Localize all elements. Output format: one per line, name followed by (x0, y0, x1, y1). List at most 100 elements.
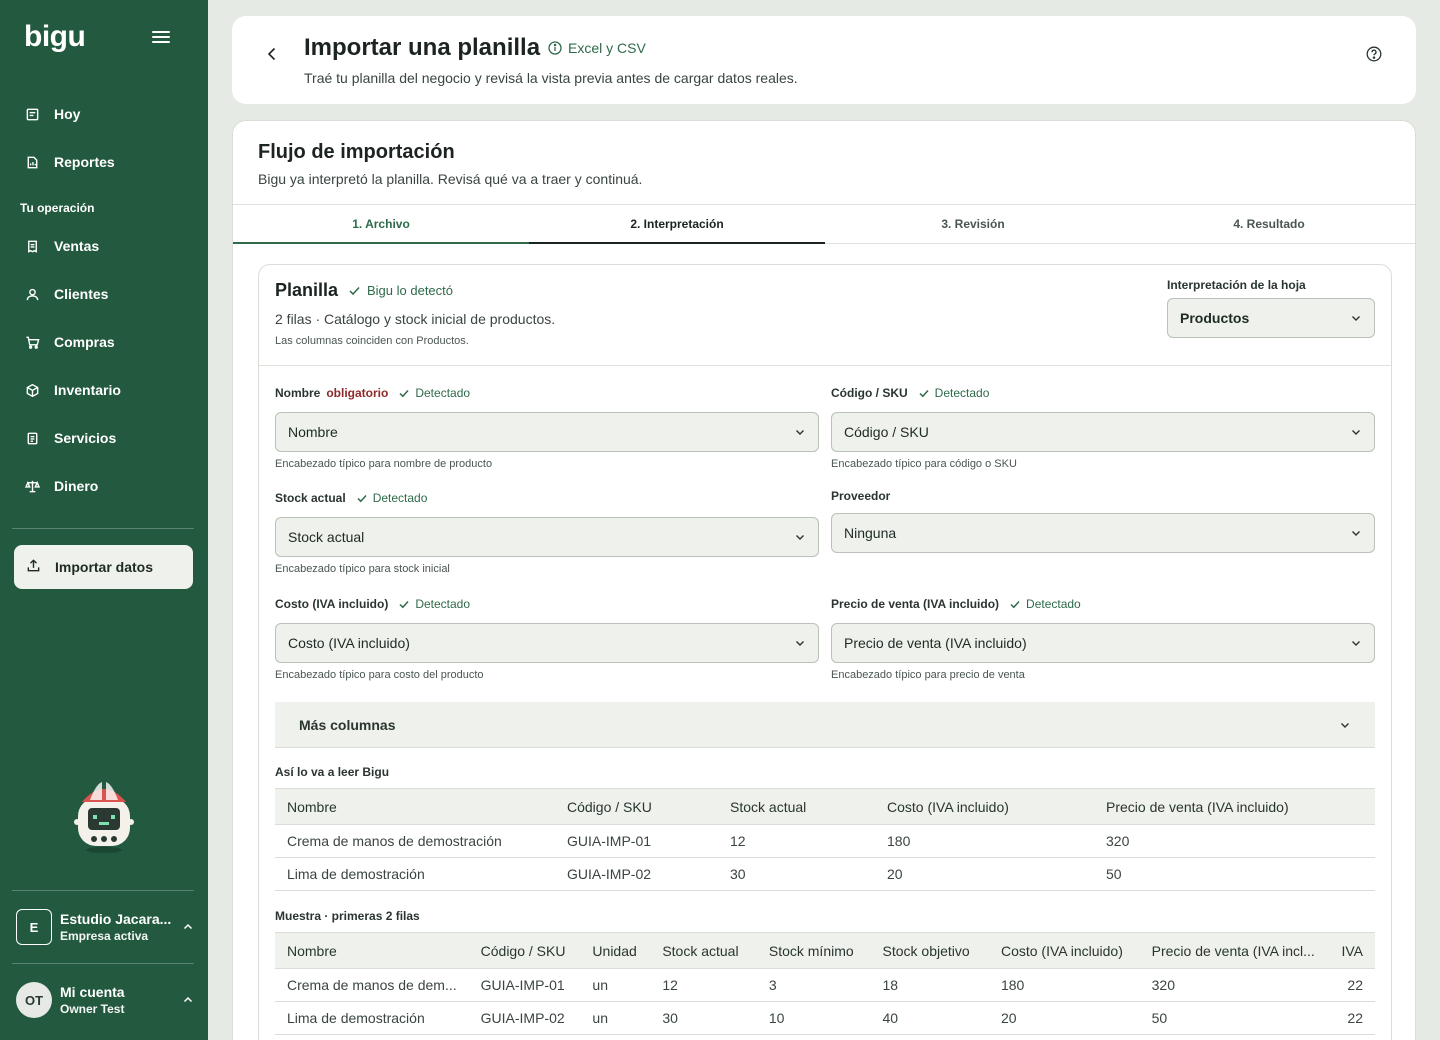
column-header: Precio de venta (IVA incluido) (1094, 788, 1375, 825)
field-label-text: Nombre (275, 386, 321, 400)
table-header-row: Nombre Código / SKU Unidad Stock actual … (275, 932, 1375, 969)
field-label-text: Costo (IVA incluido) (275, 597, 389, 611)
tab-resultado[interactable]: 4. Resultado (1121, 205, 1415, 243)
interpretation-label: Interpretación de la hoja (1167, 278, 1306, 292)
column-header: Unidad (580, 932, 651, 969)
field-label-codigo: Código / SKU Detectado (831, 386, 989, 400)
help-icon[interactable] (1366, 46, 1382, 62)
field-label-text: Proveedor (831, 489, 891, 503)
table-cell: GUIA-IMP-01 (555, 824, 718, 858)
sidebar-item-label: Clientes (54, 286, 109, 302)
upload-icon (26, 558, 41, 576)
check-icon (357, 494, 367, 503)
column-header: Código / SKU (555, 788, 718, 825)
sidebar-item-compras[interactable]: Compras (24, 330, 115, 354)
sample-caption: Muestra · primeras 2 filas (275, 909, 420, 923)
page-header: Importar una planilla Excel y CSV Traé t… (232, 16, 1416, 104)
sidebar-item-dinero[interactable]: Dinero (24, 474, 98, 498)
sidebar-item-clientes[interactable]: Clientes (24, 282, 108, 306)
table-header-row: Nombre Código / SKU Stock actual Costo (… (275, 788, 1375, 825)
detected-badge: Bigu lo detectó (348, 283, 453, 298)
column-header: Nombre (275, 788, 555, 825)
avatar: OT (16, 982, 52, 1018)
column-header: Nombre (275, 932, 469, 969)
business-switcher[interactable]: E Estudio Jacara... Empresa activa (16, 907, 194, 947)
page-title: Importar una planilla (304, 34, 541, 61)
proveedor-select[interactable]: Ninguna (831, 513, 1375, 553)
sheet-panel: Planilla Bigu lo detectó 2 filas · Catál… (258, 264, 1392, 1040)
table-cell: 40 (870, 1001, 989, 1035)
receipt-icon (24, 238, 40, 254)
field-label-costo: Costo (IVA incluido) Detectado (275, 597, 470, 611)
sidebar-item-hoy[interactable]: Hoy (24, 102, 80, 126)
business-status: Empresa activa (60, 929, 149, 943)
chevron-down-icon (1352, 316, 1360, 321)
table-cell: un (580, 968, 651, 1002)
column-header: IVA (1329, 932, 1375, 969)
detected-text: Detectado (372, 491, 428, 505)
back-arrow-icon[interactable] (264, 44, 280, 64)
table-cell: Lima de demostración (275, 1001, 469, 1035)
report-icon (24, 154, 40, 170)
select-value: Ninguna (844, 525, 897, 541)
table-cell: Crema de manos de dem... (275, 968, 469, 1002)
chevron-down-icon (1352, 531, 1360, 536)
table-cell: GUIA-IMP-01 (468, 968, 581, 1002)
table-row: Crema de manos de dem... GUIA-IMP-01 un … (275, 968, 1375, 1002)
preview-table: Nombre Código / SKU Stock actual Costo (… (275, 788, 1375, 891)
sidebar-item-inventario[interactable]: Inventario (24, 378, 121, 402)
nombre-select[interactable]: Nombre (275, 412, 819, 452)
precio-select[interactable]: Precio de venta (IVA incluido) (831, 623, 1375, 663)
detected-text: Detectado (934, 386, 990, 400)
info-icon (548, 41, 562, 55)
table-cell: 22 (1329, 1001, 1375, 1035)
column-header: Stock objetivo (870, 932, 989, 969)
user-account-menu[interactable]: OT Mi cuenta Owner Test (16, 980, 194, 1020)
check-icon (399, 389, 409, 398)
sidebar-item-label: Inventario (54, 382, 121, 398)
column-header: Stock mínimo (756, 932, 871, 969)
table-cell: 180 (988, 968, 1140, 1002)
codigo-select[interactable]: Código / SKU (831, 412, 1375, 452)
sidebar-item-servicios[interactable]: Servicios (24, 426, 116, 450)
import-data-button[interactable]: Importar datos (14, 545, 193, 589)
calendar-icon (24, 106, 40, 122)
user-icon (24, 286, 40, 302)
flow-subtitle: Bigu ya interpretó la planilla. Revisá q… (258, 171, 643, 187)
detected-tag: Detectado (356, 491, 428, 505)
table-cell: 320 (1094, 824, 1375, 858)
mascot-illustration (72, 778, 136, 854)
tab-interpretacion[interactable]: 2. Interpretación (529, 205, 825, 244)
tab-revision[interactable]: 3. Revisión (825, 205, 1121, 243)
required-tag: obligatorio (326, 386, 389, 400)
sheet-note: Las columnas coinciden con Productos. (275, 335, 469, 347)
table-cell: GUIA-IMP-02 (555, 857, 718, 891)
sidebar-item-reportes[interactable]: Reportes (24, 150, 115, 174)
chevron-down-icon (1341, 722, 1349, 728)
more-columns-toggle[interactable]: Más columnas (275, 702, 1375, 748)
field-label-precio: Precio de venta (IVA incluido) Detectado (831, 597, 1081, 611)
costo-select[interactable]: Costo (IVA incluido) (275, 623, 819, 663)
field-help: Encabezado típico para código o SKU (831, 458, 1017, 470)
table-cell: GUIA-IMP-02 (468, 1001, 581, 1035)
sidebar-divider (12, 963, 194, 964)
hamburger-menu-icon[interactable] (152, 28, 170, 46)
field-label-text: Stock actual (275, 491, 346, 505)
table-cell: 3 (756, 968, 871, 1002)
tab-archivo[interactable]: 1. Archivo (233, 205, 529, 244)
sample-table: Nombre Código / SKU Unidad Stock actual … (275, 932, 1375, 1035)
box-icon (24, 382, 40, 398)
check-icon (349, 286, 360, 296)
detected-tag: Detectado (1009, 597, 1081, 611)
select-value: Código / SKU (844, 424, 929, 440)
interpretation-value: Productos (1180, 310, 1250, 326)
sidebar-item-ventas[interactable]: Ventas (24, 234, 99, 258)
stock-select[interactable]: Stock actual (275, 517, 819, 557)
table-cell: Lima de demostración (275, 857, 555, 891)
interpretation-select[interactable]: Productos (1167, 298, 1375, 338)
sidebar-item-label: Ventas (54, 238, 100, 254)
sidebar: bigu Hoy Reportes Tu operación Ventas Cl… (0, 0, 208, 1040)
table-cell: 320 (1139, 968, 1330, 1002)
detected-text: Detectado (1026, 597, 1081, 611)
chevron-up-icon (183, 996, 193, 1003)
